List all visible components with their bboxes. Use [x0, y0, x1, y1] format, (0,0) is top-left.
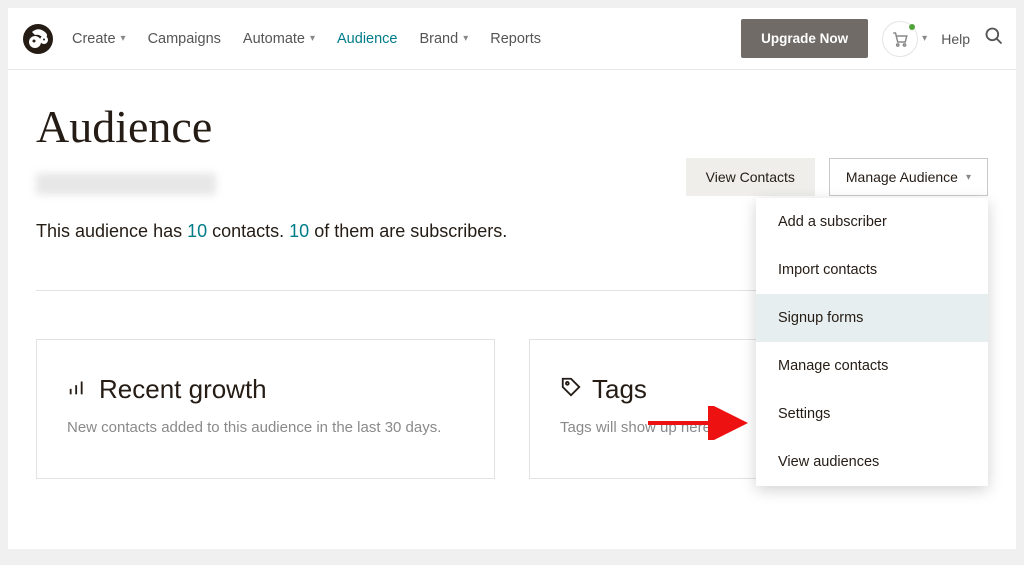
menu-signup-forms[interactable]: Signup forms: [756, 294, 988, 342]
chevron-down-icon: ▾: [966, 172, 971, 183]
nav-create-label: Create: [72, 31, 116, 47]
card-description: New contacts added to this audience in t…: [67, 417, 464, 440]
nav-links: Create ▾ Campaigns Automate ▾ Audience B…: [72, 31, 741, 47]
menu-manage-contacts[interactable]: Manage contacts: [756, 342, 988, 390]
card-title-text: Recent growth: [99, 374, 267, 405]
contact-count: 10: [187, 221, 207, 241]
menu-add-subscriber[interactable]: Add a subscriber: [756, 198, 988, 246]
nav-reports[interactable]: Reports: [490, 31, 541, 47]
view-contacts-button[interactable]: View Contacts: [686, 158, 815, 196]
search-icon[interactable]: [984, 26, 1004, 51]
tags-desc-text: Tags will show up here.: [560, 419, 719, 436]
menu-settings[interactable]: Settings: [756, 390, 988, 438]
recent-growth-card: Recent growth New contacts added to this…: [36, 339, 495, 479]
mailchimp-logo-icon[interactable]: [22, 23, 54, 55]
nav-brand[interactable]: Brand ▾: [419, 31, 468, 47]
card-title: Recent growth: [67, 374, 464, 405]
top-nav: Create ▾ Campaigns Automate ▾ Audience B…: [8, 8, 1016, 70]
subscriber-count: 10: [289, 221, 309, 241]
nav-brand-label: Brand: [419, 31, 458, 47]
tags-link[interactable]: L: [719, 419, 727, 436]
chevron-down-icon: ▾: [310, 33, 315, 44]
card-title-text: Tags: [592, 374, 647, 405]
tag-icon: [560, 374, 582, 405]
cart-icon[interactable]: [882, 21, 918, 57]
chevron-down-icon: ▾: [463, 33, 468, 44]
manage-audience-menu: Add a subscriber Import contacts Signup …: [756, 198, 988, 486]
chevron-down-icon: ▾: [922, 33, 927, 44]
chevron-down-icon: ▾: [121, 33, 126, 44]
bar-chart-icon: [67, 374, 89, 405]
audience-name-redacted: [36, 173, 216, 195]
page-title: Audience: [36, 100, 988, 153]
menu-view-audiences[interactable]: View audiences: [756, 438, 988, 486]
nav-automate[interactable]: Automate ▾: [243, 31, 315, 47]
summary-text: of them are subscribers.: [309, 221, 507, 241]
menu-import-contacts[interactable]: Import contacts: [756, 246, 988, 294]
page-body: Audience View Contacts Manage Audience ▾…: [8, 70, 1016, 479]
upgrade-button[interactable]: Upgrade Now: [741, 19, 868, 58]
nav-campaigns[interactable]: Campaigns: [148, 31, 221, 47]
summary-text: This audience has: [36, 221, 187, 241]
right-nav: Upgrade Now ▾ Help: [741, 19, 1004, 58]
manage-audience-dropdown[interactable]: Manage Audience ▾: [829, 158, 988, 196]
manage-audience-label: Manage Audience: [846, 169, 958, 185]
nav-automate-label: Automate: [243, 31, 305, 47]
summary-text: contacts.: [207, 221, 289, 241]
help-link[interactable]: Help: [941, 31, 970, 47]
actions-row: View Contacts Manage Audience ▾: [686, 158, 988, 196]
nav-audience[interactable]: Audience: [337, 31, 397, 47]
nav-create[interactable]: Create ▾: [72, 31, 126, 47]
